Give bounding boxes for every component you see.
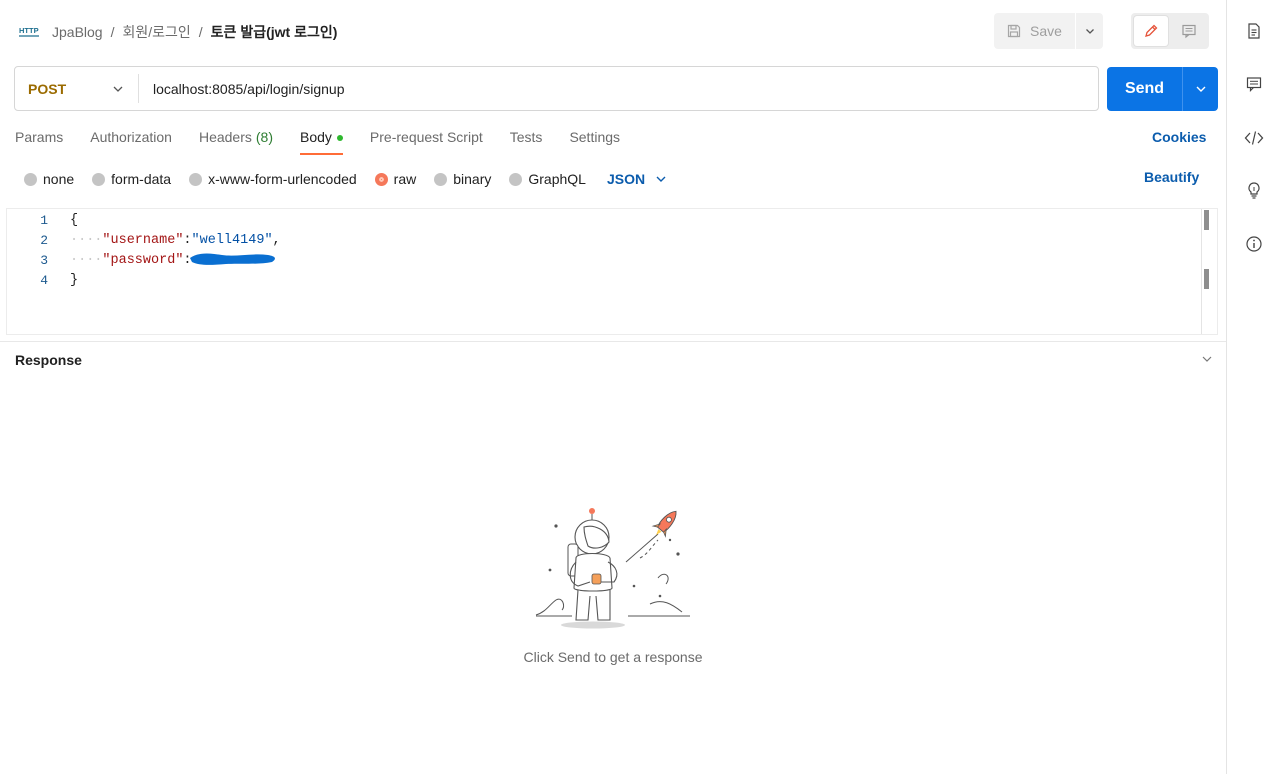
body-type-selector: none form-data x-www-form-urlencoded raw… [24,169,667,189]
line-number: 2 [40,232,48,248]
breadcrumb-separator: / [110,24,115,40]
url-input[interactable] [139,67,1098,110]
radio-button[interactable] [509,172,523,186]
password-redaction-scribble [190,253,275,265]
chevron-down-icon [1196,86,1205,92]
url-bar: POST [14,66,1099,111]
tab-headers[interactable]: Headers (8) [199,129,273,155]
breadcrumb-collection[interactable]: JpaBlog [52,24,103,40]
raw-format-value: JSON [606,171,646,187]
response-collapse-toggle[interactable] [1200,352,1214,371]
radio-button[interactable] [92,172,106,186]
editor-scrollbar-marker [1204,269,1209,289]
raw-format-dropdown[interactable]: JSON [607,171,667,187]
documentation-icon [1248,23,1260,39]
tab-pre-request-script[interactable]: Pre-request Script [370,129,483,155]
body-has-content-dot [336,135,343,141]
comments-icon [1246,77,1262,92]
body-type-graphql[interactable]: GraphQL [509,171,586,187]
code-snippet-button[interactable] [1244,128,1264,148]
response-divider [0,341,1226,342]
http-method-value: POST [28,80,67,97]
save-button-group: Save [994,13,1103,49]
comments-button[interactable] [1244,74,1264,94]
editor-scrollbar-thumb[interactable] [1204,210,1209,230]
related-collections-button[interactable] [1244,180,1264,200]
tab-settings[interactable]: Settings [569,129,620,155]
code-icon [1244,131,1264,145]
cookies-link[interactable]: Cookies [1152,129,1206,145]
code-line: 4 } [7,270,78,290]
request-tabs: Params Authorization Headers (8) Body Pre… [15,129,647,155]
chevron-down-icon [656,176,666,182]
chevron-down-icon [1202,356,1212,362]
body-code-editor[interactable]: 1 { 2 ····"username":"well4149", 3 ····"… [6,208,1218,335]
code-line: 3 ····"password": [7,250,191,270]
pencil-icon [1145,24,1158,37]
code-text: ····"password": [70,252,192,268]
body-type-binary[interactable]: binary [434,171,491,187]
line-number: 4 [40,272,48,288]
code-text: } [70,272,79,288]
headers-count: (8) [255,129,273,145]
http-method-select[interactable]: POST [15,67,138,110]
tab-params[interactable]: Params [15,129,63,155]
send-options-dropdown[interactable] [1182,67,1218,111]
radio-button[interactable] [434,172,448,186]
breadcrumb-folder[interactable]: 회원/로그인 [122,22,190,42]
tab-tests[interactable]: Tests [510,129,543,155]
comment-icon [1182,24,1196,39]
radio-button[interactable] [24,172,37,186]
code-text: { [70,212,79,228]
code-line: 1 { [7,210,78,230]
info-icon [1246,236,1262,252]
lightbulb-icon [1248,182,1260,199]
code-line: 2 ····"username":"well4149", [7,230,280,250]
body-type-urlencoded[interactable]: x-www-form-urlencoded [189,171,357,187]
http-request-icon: HTTP [19,26,39,37]
documentation-button[interactable] [1244,21,1264,41]
astronaut-illustration-icon [535,508,690,629]
body-type-none[interactable]: none [24,171,74,187]
http-badge-text: HTTP [19,26,39,35]
line-number: 1 [40,212,48,228]
radio-button[interactable] [189,172,203,186]
floppy-disk-icon [1007,24,1021,38]
code-text: ····"username":"well4149", [70,232,281,248]
response-title: Response [15,352,82,368]
request-info-button[interactable] [1244,234,1264,254]
breadcrumb-request-name[interactable]: 토큰 발급(jwt 로그인) [211,22,338,42]
breadcrumb-separator: / [198,24,203,40]
send-button-group: Send [1107,67,1218,111]
empty-response-message: Click Send to get a response [523,649,703,665]
view-mode-toggle [1131,13,1209,49]
comment-mode-button[interactable] [1172,16,1206,46]
line-number: 3 [40,252,48,268]
breadcrumb: JpaBlog / 회원/로그인 / 토큰 발급(jwt 로그인) [52,22,337,42]
tab-body[interactable]: Body [300,129,343,155]
editor-scrollbar-track[interactable] [1201,209,1202,334]
chevron-down-icon [113,86,123,92]
send-button[interactable]: Send [1107,67,1182,111]
tab-authorization[interactable]: Authorization [90,129,172,155]
radio-button-selected[interactable] [374,172,388,186]
right-context-bar [1226,0,1280,774]
postman-window: HTTP JpaBlog / 회원/로그인 / 토큰 발급(jwt 로그인) S… [0,0,1280,774]
save-options-dropdown[interactable] [1075,13,1103,49]
save-label: Save [1030,23,1062,39]
edit-mode-button[interactable] [1134,16,1168,46]
body-type-raw[interactable]: raw [374,171,416,187]
beautify-button[interactable]: Beautify [1144,169,1199,185]
request-header: HTTP JpaBlog / 회원/로그인 / 토큰 발급(jwt 로그인) S… [0,0,1226,62]
save-button[interactable]: Save [994,13,1075,49]
body-type-form-data[interactable]: form-data [92,171,171,187]
chevron-down-icon [1085,29,1094,34]
